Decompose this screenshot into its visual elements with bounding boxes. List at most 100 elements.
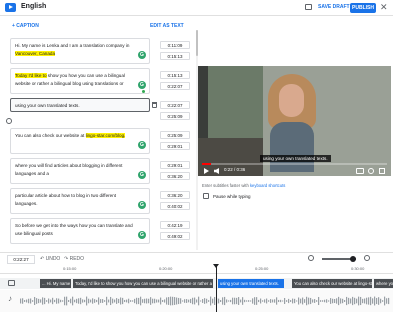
- save-draft-button[interactable]: SAVE DRAFT: [318, 4, 350, 10]
- waveform-bar: [228, 300, 230, 302]
- timeline-current-time[interactable]: 0:22:27: [7, 255, 35, 264]
- waveform-bar: [28, 298, 30, 304]
- waveform-bar: [234, 297, 236, 305]
- waveform-bar: [66, 296, 68, 306]
- waveform-bar: [128, 298, 130, 304]
- waveform-bar: [88, 298, 90, 304]
- keyboard-shortcuts-link[interactable]: keyboard shortcuts: [250, 183, 285, 188]
- cue-end-time[interactable]: 0:22:07: [160, 82, 190, 90]
- waveform-bar: [298, 297, 300, 305]
- waveform-bar: [150, 297, 152, 305]
- add-caption-button[interactable]: + CAPTION: [12, 23, 39, 29]
- waveform-bar: [328, 300, 330, 302]
- fullscreen-icon[interactable]: [379, 168, 385, 174]
- pause-while-typing-checkbox[interactable]: [203, 193, 209, 199]
- volume-icon[interactable]: [214, 168, 219, 174]
- cue-start-time[interactable]: 0:25:09: [160, 131, 190, 139]
- waveform-bar: [176, 297, 178, 305]
- cue-start-time[interactable]: 0:29:01: [160, 161, 190, 169]
- waveform-bar: [160, 297, 162, 305]
- waveform-bar: [122, 297, 124, 305]
- edit-as-text-button[interactable]: EDIT AS TEXT: [150, 23, 184, 29]
- grammar-check-icon[interactable]: G: [138, 51, 146, 59]
- play-icon[interactable]: [204, 168, 209, 174]
- caption-text[interactable]: So before we get into the ways how you c…: [15, 222, 133, 238]
- caption-text[interactable]: Hi. My name is Lenka and I am a translat…: [15, 42, 133, 58]
- waveform-bar: [26, 299, 28, 303]
- waveform-bar: [206, 298, 208, 304]
- caption-text-box[interactable]: You can also check our website at lingo-…: [10, 128, 150, 154]
- gear-icon[interactable]: [368, 168, 374, 174]
- feedback-icon[interactable]: [305, 4, 312, 10]
- waveform-bar: [322, 300, 324, 302]
- caption-text-box[interactable]: So before we get into the ways how you c…: [10, 218, 150, 244]
- caption-text[interactable]: Today I'd like to show you how you can u…: [15, 72, 133, 88]
- cue-end-time[interactable]: 0:36:20: [160, 172, 190, 180]
- waveform-bar: [240, 299, 242, 303]
- cue-end-time[interactable]: 0:15:13: [160, 52, 190, 60]
- waveform-bar: [278, 299, 280, 303]
- waveform-bar: [120, 297, 122, 305]
- cue-end-time[interactable]: 0:29:01: [160, 142, 190, 150]
- video-window-bg: [208, 66, 263, 138]
- waveform-bar: [370, 296, 372, 306]
- timeline-segment-active[interactable]: using your own translated texts.: [218, 279, 284, 288]
- waveform-bar: [56, 298, 58, 304]
- caption-text[interactable]: particular article about how to blog in …: [15, 192, 133, 208]
- undo-button[interactable]: ↶ UNDO: [40, 256, 60, 262]
- caption-text-box[interactable]: using your own translated texts.: [10, 98, 150, 112]
- waveform-bar: [304, 299, 306, 303]
- caption-text-box[interactable]: Today I'd like to show you how you can u…: [10, 68, 150, 94]
- zoom-out-icon[interactable]: [308, 255, 314, 261]
- waveform-bar: [40, 299, 42, 303]
- audio-waveform: [20, 296, 390, 306]
- caption-text-box[interactable]: where you will find articles about blogg…: [10, 158, 150, 184]
- waveform-bar: [86, 296, 88, 306]
- closed-captions-icon[interactable]: [356, 168, 364, 174]
- waveform-bar: [346, 296, 348, 306]
- waveform-bar: [162, 299, 164, 303]
- video-progress-bar[interactable]: [202, 163, 387, 165]
- zoom-slider-knob[interactable]: [350, 256, 356, 262]
- caption-text-box[interactable]: Hi. My name is Lenka and I am a translat…: [10, 38, 150, 64]
- waveform-bar: [184, 299, 186, 303]
- redo-button[interactable]: ↷ REDO: [64, 256, 84, 262]
- cue-start-time[interactable]: 0:22:07: [160, 101, 190, 109]
- waveform-bar: [368, 297, 370, 305]
- shortcut-note: Enter subtitles faster with keyboard sho…: [202, 183, 285, 188]
- cue-start-time[interactable]: 0:15:13: [160, 71, 190, 79]
- publish-button[interactable]: PUBLISH: [350, 3, 376, 13]
- cue-end-time[interactable]: 0:25:09: [160, 112, 190, 120]
- cue-end-time[interactable]: 0:49:02: [160, 232, 190, 240]
- waveform-bar: [104, 300, 106, 302]
- close-icon[interactable]: ✕: [380, 2, 388, 13]
- cue-start-time[interactable]: 0:36:20: [160, 191, 190, 199]
- delete-cue-icon[interactable]: [152, 102, 157, 108]
- caption-text[interactable]: using your own translated texts.: [15, 102, 133, 110]
- waveform-bar: [230, 299, 232, 303]
- caption-text[interactable]: You can also check our website at lingo-…: [15, 132, 133, 140]
- grammar-check-icon[interactable]: G: [138, 201, 146, 209]
- timeline-segment[interactable]: You can also check our website at lingo-…: [292, 279, 372, 288]
- zoom-in-icon[interactable]: [364, 255, 370, 261]
- playhead-handle[interactable]: [213, 264, 219, 268]
- grammar-check-icon[interactable]: G: [138, 231, 146, 239]
- cue-end-time[interactable]: 0:40:02: [160, 202, 190, 210]
- caption-text[interactable]: where you will find articles about blogg…: [15, 162, 133, 178]
- waveform-bar: [334, 298, 336, 304]
- insert-cue-icon[interactable]: [6, 118, 12, 124]
- timeline-segment[interactable]: Today, I'd like to show you how you can …: [73, 279, 213, 288]
- grammar-check-icon[interactable]: G: [138, 141, 146, 149]
- timeline-segment[interactable]: where you will find...: [374, 279, 393, 288]
- video-player[interactable]: using your own translated texts. 0:22 / …: [198, 66, 391, 176]
- timeline-playhead[interactable]: [216, 264, 217, 312]
- grammar-check-icon[interactable]: G: [138, 81, 146, 89]
- caption-text-box[interactable]: particular article about how to blog in …: [10, 188, 150, 214]
- waveform-bar: [358, 296, 360, 306]
- waveform-bar: [284, 298, 286, 304]
- cue-start-time[interactable]: 0:11:09: [160, 41, 190, 49]
- scrollbar-thumb[interactable]: [196, 30, 198, 56]
- timeline-segment[interactable]: ... Hi. My name is Lenka and I am a tran…: [40, 279, 71, 288]
- cue-start-time[interactable]: 0:42:19: [160, 221, 190, 229]
- grammar-check-icon[interactable]: G: [138, 171, 146, 179]
